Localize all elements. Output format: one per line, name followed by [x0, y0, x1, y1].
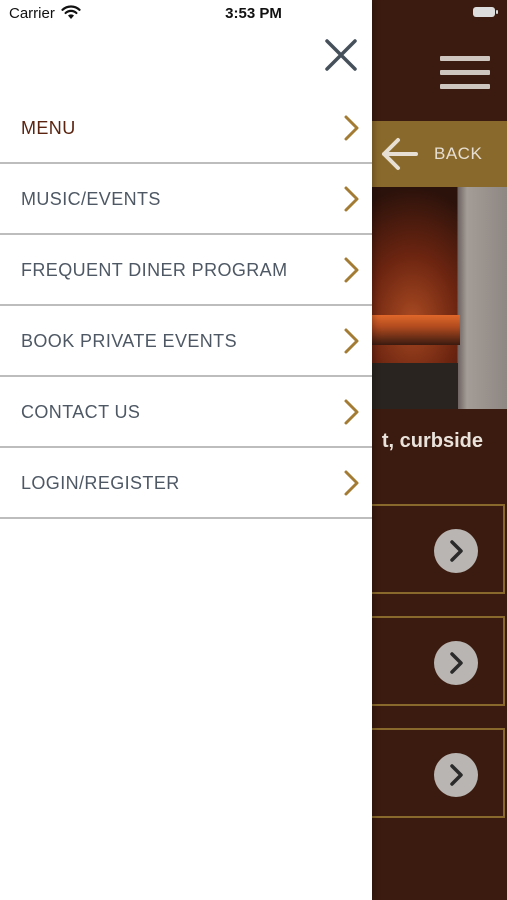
chevron-right-circle-icon[interactable]: [434, 753, 478, 797]
clock: 3:53 PM: [225, 5, 282, 22]
chevron-right-icon: [344, 399, 359, 425]
hero-image: [372, 187, 507, 409]
drawer-item-contact-us[interactable]: CONTACT US: [0, 377, 372, 448]
chevron-right-icon: [344, 186, 359, 212]
status-bar: Carrier 3:53 PM: [0, 0, 507, 28]
drawer-item-label: BOOK PRIVATE EVENTS: [21, 331, 237, 351]
battery-icon: [473, 7, 498, 17]
back-label: BACK: [434, 144, 483, 163]
hamburger-icon[interactable]: [440, 56, 490, 90]
navigation-drawer: MENU MUSIC/EVENTS FREQUENT DINER PROGRAM…: [0, 0, 372, 900]
chevron-right-circle-icon[interactable]: [434, 641, 478, 685]
chevron-right-icon: [344, 257, 359, 283]
drawer-menu: MENU MUSIC/EVENTS FREQUENT DINER PROGRAM…: [0, 93, 372, 519]
drawer-item-book-private-events[interactable]: BOOK PRIVATE EVENTS: [0, 306, 372, 377]
hero-caption: t, curbside: [381, 430, 483, 452]
option-card-1[interactable]: [372, 504, 505, 594]
chevron-right-icon: [344, 328, 359, 354]
option-card-3[interactable]: [372, 728, 505, 818]
drawer-item-label: MUSIC/EVENTS: [21, 189, 161, 209]
drawer-item-label: CONTACT US: [21, 402, 141, 422]
chevron-right-icon: [344, 115, 359, 141]
close-icon[interactable]: [322, 38, 360, 74]
drawer-item-label: FREQUENT DINER PROGRAM: [21, 260, 288, 280]
chevron-right-icon: [344, 470, 359, 496]
drawer-item-label: LOGIN/REGISTER: [21, 473, 180, 493]
drawer-item-frequent-diner[interactable]: FREQUENT DINER PROGRAM: [0, 235, 372, 306]
drawer-item-login-register[interactable]: LOGIN/REGISTER: [0, 448, 372, 519]
drawer-item-music-events[interactable]: MUSIC/EVENTS: [0, 164, 372, 235]
chevron-right-circle-icon[interactable]: [434, 529, 478, 573]
option-card-2[interactable]: [372, 616, 505, 706]
drawer-item-menu[interactable]: MENU: [0, 93, 372, 164]
back-arrow-icon: [382, 138, 418, 170]
drawer-item-label: MENU: [21, 118, 76, 138]
